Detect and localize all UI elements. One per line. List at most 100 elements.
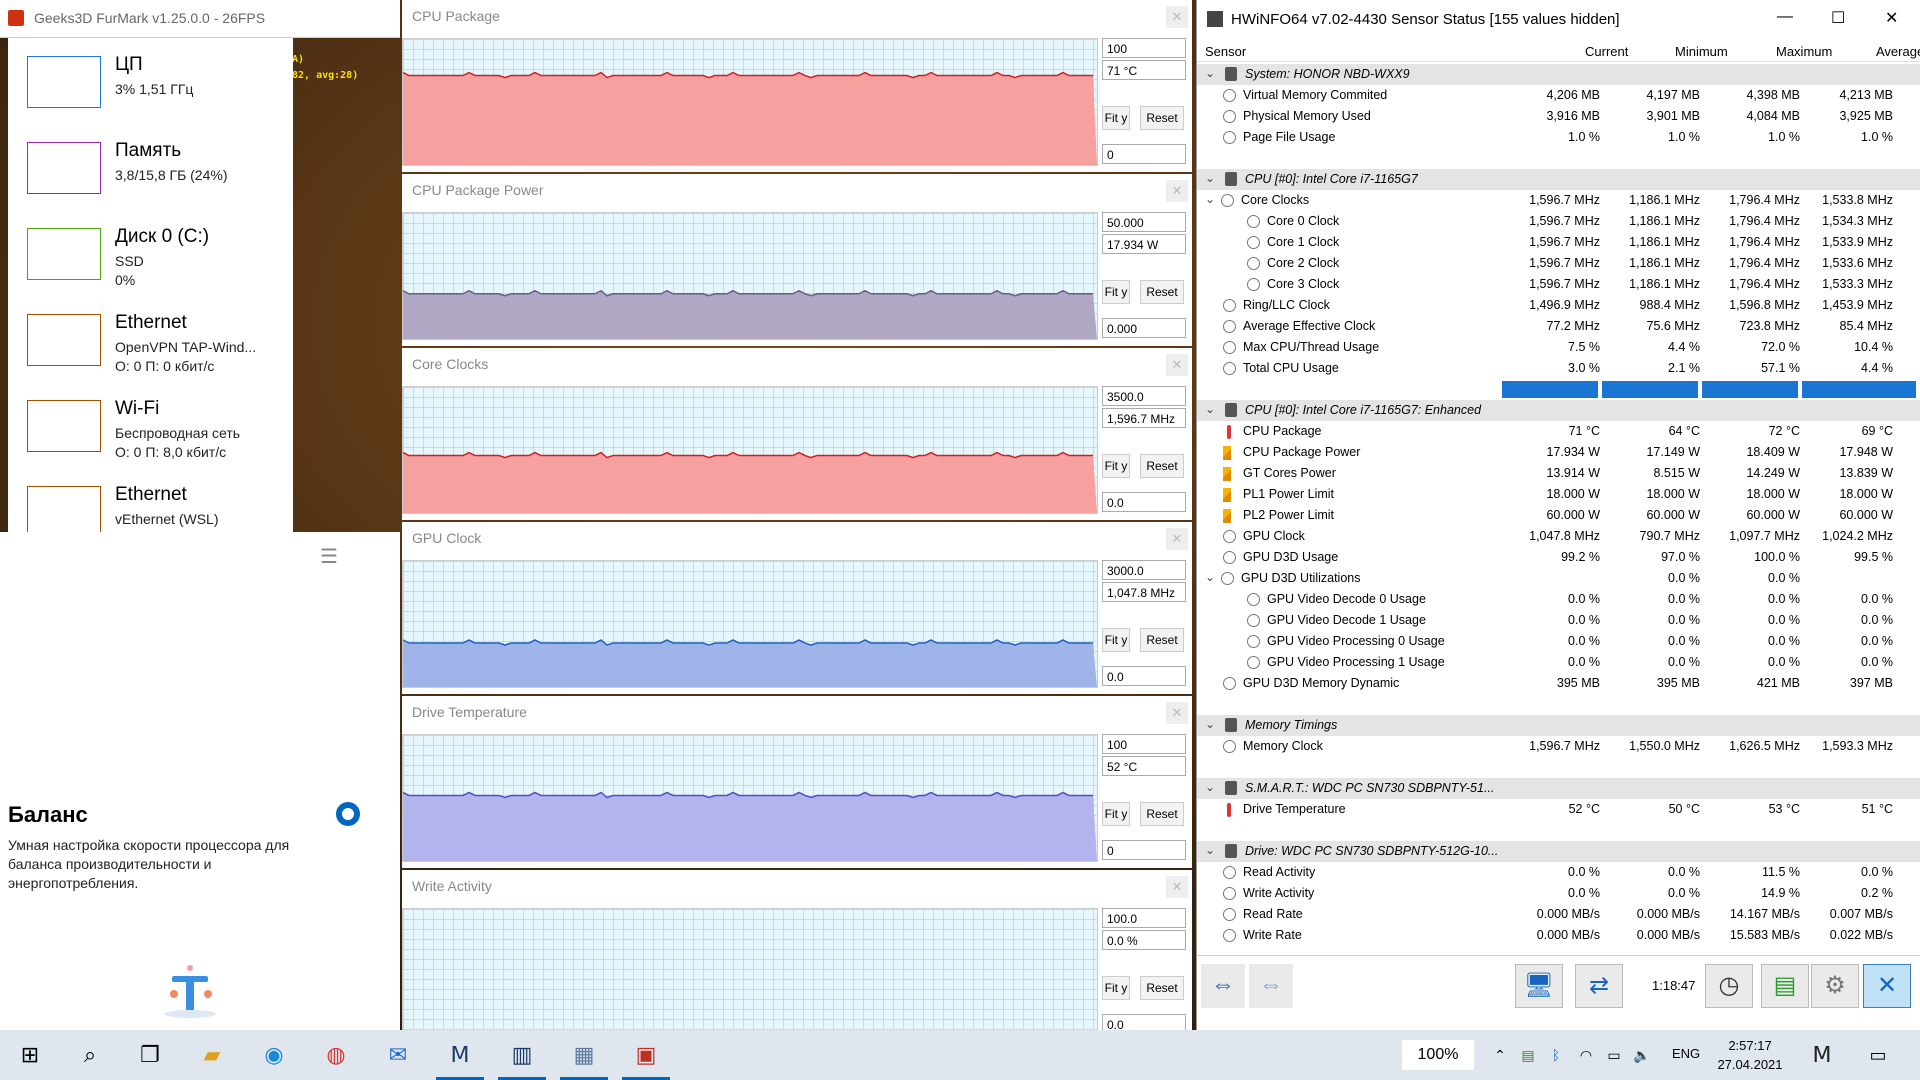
tm-item[interactable]: Wi-Fi Беспроводная сеть О: 0 П: 8,0 кбит/с xyxy=(8,388,293,474)
sensor-row[interactable]: Core 2 Clock 1,596.7 MHz 1,186.1 MHz 1,796.… xyxy=(1197,253,1920,274)
col-current[interactable]: Current xyxy=(1585,44,1628,59)
close-icon[interactable]: ✕ xyxy=(1885,8,1898,28)
graph-max-value[interactable]: 100 xyxy=(1102,38,1186,58)
tray-app-icon[interactable]: Ⅿ xyxy=(1808,1041,1836,1069)
close-sensors-icon[interactable]: ✕ xyxy=(1863,964,1911,1008)
expand-chevron-icon[interactable]: ⌄ xyxy=(1205,570,1215,584)
expand-chevron-icon[interactable]: ⌄ xyxy=(1205,843,1215,857)
tm-item[interactable]: EthernetvEthernet (WSL)О: 0 П: 0 кбит/с xyxy=(8,474,293,532)
sensor-row[interactable]: GT Cores Power 13.914 W 8.515 W 14.249 W 13.… xyxy=(1197,463,1920,484)
sensor-row[interactable]: Average Effective Clock 77.2 MHz 75.6 MHz 7… xyxy=(1197,316,1920,337)
reset-button[interactable]: Reset xyxy=(1140,280,1184,304)
sensor-group-row[interactable]: ⌄ Memory Timings xyxy=(1197,715,1920,736)
col-average[interactable]: Average xyxy=(1876,44,1920,59)
hwinfo-taskbar-icon[interactable]: ▥ xyxy=(498,1041,546,1080)
sensor-row[interactable]: ⌄ Core Clocks 1,596.7 MHz 1,186.1 MHz 1,796.… xyxy=(1197,190,1920,211)
log-icon[interactable]: ▤ xyxy=(1761,964,1809,1008)
graph-close-icon[interactable]: ✕ xyxy=(1166,180,1188,202)
fit-y-button[interactable]: Fit y xyxy=(1102,106,1130,130)
sensor-row[interactable]: Virtual Memory Commited 4,206 MB 4,197 MB 4… xyxy=(1197,85,1920,106)
tm-item[interactable]: Диск 0 (C:) SSD 0% xyxy=(8,216,293,302)
tray-network-monitor-icon[interactable]: ▤ xyxy=(1514,1041,1542,1069)
chrome-browser-icon[interactable]: ◍ xyxy=(322,1041,350,1069)
col-minimum[interactable]: Minimum xyxy=(1675,44,1728,59)
zoom-indicator[interactable]: 100% xyxy=(1402,1040,1474,1070)
sensor-row[interactable]: GPU D3D Usage 99.2 % 97.0 % 100.0 % 99.5 % xyxy=(1197,547,1920,568)
task-view-icon[interactable]: ❐ xyxy=(136,1041,164,1069)
graph-min-value[interactable]: 0.0 xyxy=(1102,492,1186,512)
balance-radio-button[interactable] xyxy=(336,802,360,826)
nav-arrows-secondary-icon[interactable]: ⇔ xyxy=(1249,964,1293,1008)
graph-min-value[interactable]: 0 xyxy=(1102,840,1186,860)
furmark-taskbar-icon[interactable]: ▣ xyxy=(622,1041,670,1080)
expand-chevron-icon[interactable]: ⌄ xyxy=(1205,402,1215,416)
sensor-row[interactable]: GPU Video Decode 0 Usage 0.0 % 0.0 % 0.0 % 0… xyxy=(1197,589,1920,610)
sensor-row[interactable]: PL1 Power Limit 18.000 W 18.000 W 18.000 W 1… xyxy=(1197,484,1920,505)
col-sensor[interactable]: Sensor xyxy=(1205,44,1246,59)
sensor-group-row[interactable]: ⌄ System: HONOR NBD-WXX9 xyxy=(1197,64,1920,85)
sensor-row[interactable]: GPU Video Processing 0 Usage 0.0 % 0.0 % 0.… xyxy=(1197,631,1920,652)
sensor-row[interactable]: Total CPU Usage 3.0 % 2.1 % 57.1 % 4.4 % xyxy=(1197,358,1920,379)
fit-y-button[interactable]: Fit y xyxy=(1102,628,1130,652)
pc-manager-icon[interactable]: Ⅿ xyxy=(436,1041,484,1080)
graph-close-icon[interactable]: ✕ xyxy=(1166,354,1188,376)
notifications-icon[interactable]: ▭ xyxy=(1864,1041,1892,1069)
expand-chevron-icon[interactable]: ⌄ xyxy=(1205,192,1215,206)
sensor-row[interactable]: Read Activity 0.0 % 0.0 % 11.5 % 0.0 % xyxy=(1197,862,1920,883)
sensor-row[interactable]: PL2 Power Limit 60.000 W 60.000 W 60.000 W 6… xyxy=(1197,505,1920,526)
sensor-row[interactable]: Write Rate 0.000 MB/s 0.000 MB/s 15.583 MB/… xyxy=(1197,925,1920,946)
sensor-row[interactable]: CPU Package Power 17.934 W 17.149 W 18.409 … xyxy=(1197,442,1920,463)
sensor-row[interactable]: Core 0 Clock 1,596.7 MHz 1,186.1 MHz 1,796.… xyxy=(1197,211,1920,232)
expand-chevron-icon[interactable]: ⌄ xyxy=(1205,66,1215,80)
reset-button[interactable]: Reset xyxy=(1140,802,1184,826)
minimize-icon[interactable]: — xyxy=(1777,8,1793,26)
battery-icon[interactable]: ▭ xyxy=(1600,1041,1628,1069)
sensor-group-row[interactable]: ⌄ CPU [#0]: Intel Core i7-1165G7 xyxy=(1197,169,1920,190)
graph-max-value[interactable]: 100 xyxy=(1102,734,1186,754)
sensor-row[interactable]: Core 1 Clock 1,596.7 MHz 1,186.1 MHz 1,796.… xyxy=(1197,232,1920,253)
monitor-icon[interactable]: 🖥 xyxy=(1515,964,1563,1008)
tm-item[interactable]: Память 3,8/15,8 ГБ (24%) xyxy=(8,130,293,216)
graph-min-value[interactable]: 0.000 xyxy=(1102,318,1186,338)
sensor-row[interactable]: Memory Clock 1,596.7 MHz 1,550.0 MHz 1,626.… xyxy=(1197,736,1920,757)
sensor-row[interactable]: GPU D3D Memory Dynamic 395 MB 395 MB 421 MB… xyxy=(1197,673,1920,694)
sensor-group-row[interactable]: ⌄ S.M.A.R.T.: WDC PC SN730 SDBPNTY-51... xyxy=(1197,778,1920,799)
search-icon[interactable]: ⌕ xyxy=(76,1041,104,1069)
reset-button[interactable]: Reset xyxy=(1140,628,1184,652)
sensor-group-row[interactable]: ⌄ Drive: WDC PC SN730 SDBPNTY-512G-10... xyxy=(1197,841,1920,862)
maximize-icon[interactable]: ☐ xyxy=(1831,8,1845,28)
fit-y-button[interactable]: Fit y xyxy=(1102,802,1130,826)
fit-y-button[interactable]: Fit y xyxy=(1102,976,1130,1000)
sensor-row[interactable]: ⌄ GPU D3D Utilizations 0.0 % 0.0 % xyxy=(1197,568,1920,589)
mail-icon[interactable]: ✉ xyxy=(384,1041,412,1069)
expand-chevron-icon[interactable]: ⌄ xyxy=(1205,171,1215,185)
graph-close-icon[interactable]: ✕ xyxy=(1166,702,1188,724)
file-explorer-icon[interactable]: ▰ xyxy=(198,1041,226,1069)
sensor-row[interactable]: Page File Usage 1.0 % 1.0 % 1.0 % 1.0 % xyxy=(1197,127,1920,148)
sensor-row[interactable]: Max CPU/Thread Usage 7.5 % 4.4 % 72.0 % 10.4… xyxy=(1197,337,1920,358)
fit-y-button[interactable]: Fit y xyxy=(1102,454,1130,478)
graph-max-value[interactable]: 100.0 xyxy=(1102,908,1186,928)
settings-gear-icon[interactable]: ⚙ xyxy=(1811,964,1859,1008)
volume-icon[interactable]: 🔈 xyxy=(1628,1041,1656,1069)
furmark-titlebar[interactable]: Geeks3D FurMark v1.25.0.0 - 26FPS xyxy=(0,0,400,38)
graph-max-value[interactable]: 3000.0 xyxy=(1102,560,1186,580)
language-indicator[interactable]: ENG xyxy=(1672,1046,1700,1061)
taskbar-clock[interactable]: 2:57:17 27.04.2021 xyxy=(1705,1036,1795,1074)
task-manager-taskbar-icon[interactable]: ▦ xyxy=(560,1041,608,1080)
sensor-row[interactable]: Drive Temperature 52 °C 50 °C 53 °C 51 °C xyxy=(1197,799,1920,820)
graph-close-icon[interactable]: ✕ xyxy=(1166,6,1188,28)
sensor-row[interactable]: Write Activity 0.0 % 0.0 % 14.9 % 0.2 % xyxy=(1197,883,1920,904)
sensor-row[interactable]: CPU Package 71 °C 64 °C 72 °C 69 °C xyxy=(1197,421,1920,442)
edge-browser-icon[interactable]: ◉ xyxy=(260,1041,288,1069)
expand-chevron-icon[interactable]: ⌄ xyxy=(1205,780,1215,794)
graph-min-value[interactable]: 0 xyxy=(1102,144,1186,164)
sensor-row[interactable]: Physical Memory Used 3,916 MB 3,901 MB 4,08… xyxy=(1197,106,1920,127)
graph-close-icon[interactable]: ✕ xyxy=(1166,876,1188,898)
bluetooth-icon[interactable]: ᛒ xyxy=(1542,1041,1570,1069)
wifi-icon[interactable]: ◠ xyxy=(1572,1041,1600,1069)
reset-button[interactable]: Reset xyxy=(1140,454,1184,478)
network-icon[interactable]: ⇄ xyxy=(1575,964,1623,1008)
sensor-row[interactable]: Read Rate 0.000 MB/s 0.000 MB/s 14.167 MB/s… xyxy=(1197,904,1920,925)
fit-y-button[interactable]: Fit y xyxy=(1102,280,1130,304)
